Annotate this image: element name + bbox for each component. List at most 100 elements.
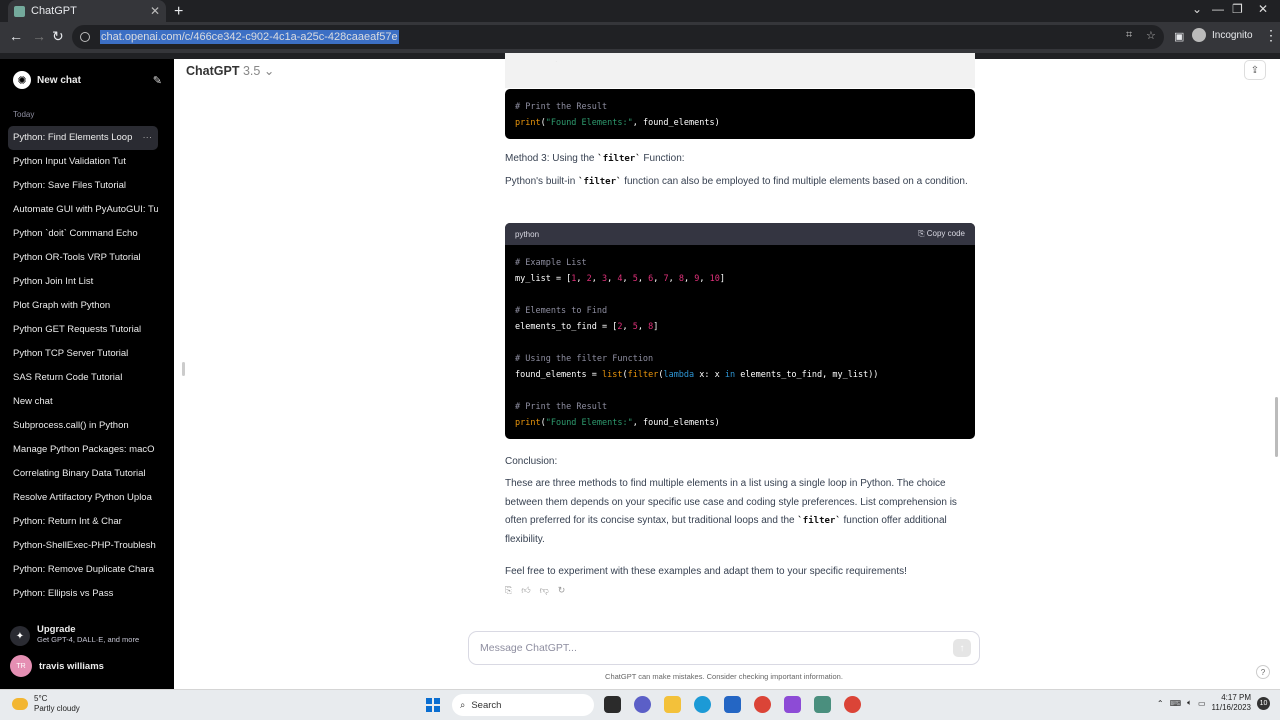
taskbar-apps — [604, 696, 861, 713]
sidebar-item[interactable]: Python GET Requests Tutorial — [8, 318, 158, 342]
sidebar-item[interactable]: Python: Save Files Tutorial — [8, 174, 158, 198]
message-input[interactable] — [480, 642, 953, 654]
sidebar-item[interactable]: Resolve Artifactory Python Uploa — [8, 486, 158, 510]
sidebar: ✺ New chat ✎ Today Python: Find Elements… — [0, 59, 174, 689]
close-window-button[interactable]: ✕ — [1258, 2, 1268, 16]
sidebar-item[interactable]: Python: Find Elements Loop ··· — [8, 126, 158, 150]
model-version: 3.5 — [242, 64, 261, 78]
close-tab-icon[interactable]: ✕ — [150, 4, 160, 18]
chevron-down-icon[interactable]: ⌄ — [1192, 2, 1202, 16]
sidebar-item[interactable]: Python: Return Int & Char — [8, 510, 158, 534]
url-text[interactable]: chat.openai.com/c/466ce342-c902-4c1a-a25… — [100, 30, 399, 44]
notification-badge[interactable]: 10 — [1257, 696, 1270, 710]
sidebar-item[interactable]: Automate GUI with PyAutoGUI: Tu — [8, 198, 158, 222]
closing-text: Feel free to experiment with these examp… — [505, 566, 907, 577]
clipboard-icon: ⎘ — [918, 229, 927, 238]
taskbar-search[interactable]: ⌕ Search — [452, 694, 594, 716]
sidebar-item[interactable]: Python: Remove Duplicate Chara — [8, 558, 158, 582]
main-panel: ChatGPT 3.5 ⌄ ⇪ · # Print the Result pri… — [174, 53, 1280, 689]
sidebar-toggle-handle[interactable] — [182, 362, 185, 376]
chat-icon[interactable] — [634, 696, 651, 713]
thumbs-down-icon[interactable]: 👎︎ — [540, 585, 549, 596]
weather-condition: Partly cloudy — [34, 704, 80, 713]
previous-code-block: # Print the Result print("Found Elements… — [505, 89, 975, 139]
reload-icon[interactable]: ↻ — [52, 28, 64, 45]
send-button[interactable]: ↑ — [953, 639, 971, 657]
sidebar-item[interactable]: Manage Python Packages: macO — [8, 438, 158, 462]
sidebar-item[interactable]: Python-ShellExec-PHP-Troublesh — [8, 534, 158, 558]
sidebar-item[interactable]: Correlating Binary Data Tutorial — [8, 462, 158, 486]
edit-icon[interactable]: ✎ — [153, 74, 162, 87]
code-header: python ⎘ Copy code — [505, 223, 975, 245]
share-button[interactable]: ⇪ — [1244, 60, 1266, 80]
menu-icon[interactable]: ⋮ — [1264, 27, 1278, 44]
sidebar-item[interactable]: Plot Graph with Python — [8, 294, 158, 318]
chrome-active-icon[interactable] — [844, 696, 861, 713]
code-comment: # Print the Result — [515, 102, 608, 112]
forward-icon[interactable]: → — [32, 28, 46, 44]
volume-icon[interactable]: 🔈︎ — [1187, 698, 1192, 708]
model-selector[interactable]: ChatGPT 3.5 ⌄ — [186, 63, 274, 78]
address-bar[interactable]: chat.openai.com/c/466ce342-c902-4c1a-a25… — [72, 25, 1164, 49]
sidebar-item[interactable]: Python: Ellipsis vs Pass — [8, 582, 158, 606]
store-icon[interactable] — [724, 696, 741, 713]
minimize-button[interactable]: — — [1212, 2, 1224, 16]
maximize-button[interactable]: ❐ — [1232, 2, 1243, 16]
chrome-icon[interactable] — [754, 696, 771, 713]
sidebar-item[interactable]: Python OR-Tools VRP Tutorial — [8, 246, 158, 270]
text-span: Method 3: Using the — [505, 153, 598, 164]
previous-code[interactable]: # Print the Result print("Found Elements… — [505, 89, 975, 139]
date: 11/16/2023 — [1211, 703, 1251, 712]
site-info-icon[interactable] — [80, 32, 90, 42]
system-tray: ⌃ ⌨ 🔈︎ ▭ 4:17 PM 11/16/2023 10 — [1157, 693, 1270, 713]
sidebar-item[interactable]: SAS Return Code Tutorial — [8, 366, 158, 390]
windows-start-icon[interactable] — [426, 698, 440, 712]
chevron-down-icon: ⌄ — [263, 64, 275, 78]
user-menu[interactable]: TR travis williams — [10, 655, 104, 677]
bookmark-star-icon[interactable]: ☆ — [1146, 29, 1156, 42]
thumbs-up-icon[interactable]: 👍︎ — [521, 585, 530, 596]
upgrade-button[interactable]: ✦ Upgrade Get GPT-4, DALL·E, and more — [10, 624, 139, 646]
text-span: Function: — [640, 153, 685, 164]
weather-widget[interactable]: 5°C Partly cloudy — [12, 694, 80, 714]
sidebar-item[interactable]: Python Join Int List — [8, 270, 158, 294]
chevron-up-icon[interactable]: ⌃ — [1157, 699, 1164, 708]
section-label-today: Today — [13, 110, 35, 119]
copy-icon[interactable]: ⎘ — [505, 585, 512, 596]
sidebar-item[interactable]: Python `doit` Command Echo — [8, 222, 158, 246]
sidebar-item[interactable]: Subprocess.call() in Python — [8, 414, 158, 438]
user-name: travis williams — [39, 660, 104, 672]
task-view-icon[interactable] — [604, 696, 621, 713]
browser-tab[interactable]: ChatGPT ✕ — [8, 0, 166, 22]
code-comment: # Elements to Find — [515, 306, 608, 316]
chat-history-list: Python: Find Elements Loop ··· Python Inp… — [8, 126, 158, 606]
copy-code-button[interactable]: ⎘ Copy code — [918, 229, 965, 239]
edge-icon[interactable] — [694, 696, 711, 713]
scrollbar[interactable] — [1275, 397, 1278, 457]
clock[interactable]: 4:17 PM 11/16/2023 — [1212, 693, 1251, 713]
message-composer: ↑ — [468, 631, 980, 665]
new-chat-button[interactable]: ✺ New chat ✎ — [8, 65, 162, 95]
sidebar-item[interactable]: New chat — [8, 390, 158, 414]
new-tab-button[interactable]: + — [174, 3, 183, 21]
code-body[interactable]: # Example List my_list = [1, 2, 3, 4, 5,… — [505, 245, 975, 439]
more-options-icon[interactable]: ··· — [143, 126, 153, 150]
install-app-icon[interactable]: ⌗ — [1126, 29, 1132, 42]
openai-logo-icon: ✺ — [13, 71, 31, 89]
code-language: python — [515, 229, 540, 239]
app-icon[interactable] — [784, 696, 801, 713]
code-comment: # Print the Result — [515, 402, 608, 412]
side-panel-icon[interactable]: ▣ — [1174, 30, 1184, 43]
incognito-indicator[interactable]: Incognito — [1192, 28, 1253, 42]
regenerate-icon[interactable]: ↻ — [558, 585, 566, 596]
app-icon-2[interactable] — [814, 696, 831, 713]
network-icon[interactable]: ⌨ — [1170, 699, 1182, 708]
battery-icon[interactable]: ▭ — [1198, 699, 1206, 708]
code-token: , found_elements) — [632, 118, 720, 128]
back-icon[interactable]: ← — [9, 28, 23, 44]
code-string: "Found Elements:" — [545, 118, 633, 128]
help-button[interactable]: ? — [1256, 665, 1270, 679]
file-explorer-icon[interactable] — [664, 696, 681, 713]
sidebar-item[interactable]: Python TCP Server Tutorial — [8, 342, 158, 366]
sidebar-item[interactable]: Python Input Validation Tut — [8, 150, 158, 174]
